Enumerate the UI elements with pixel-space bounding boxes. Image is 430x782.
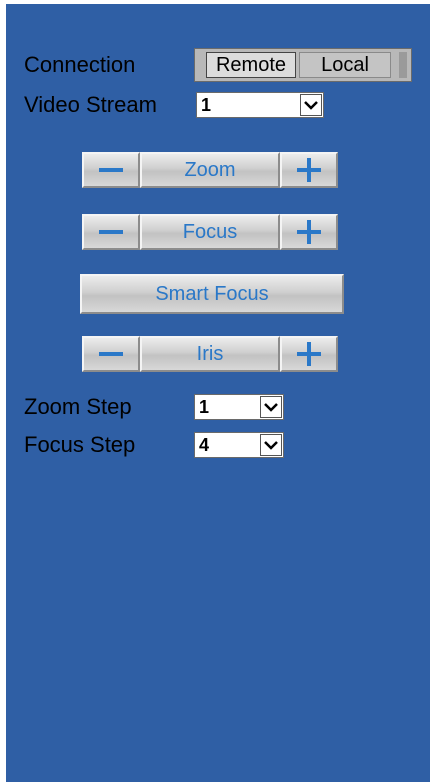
plus-icon	[297, 342, 321, 366]
chevron-down-icon[interactable]	[260, 434, 282, 456]
minus-icon	[99, 352, 123, 356]
chevron-down-icon[interactable]	[300, 94, 322, 116]
zoom-label-button[interactable]: Zoom	[140, 152, 280, 188]
focus-near-button[interactable]	[82, 214, 140, 250]
zoom-in-button[interactable]	[280, 152, 338, 188]
iris-label-button[interactable]: Iris	[140, 336, 280, 372]
plus-icon	[297, 220, 321, 244]
zoom-step-value: 1	[199, 397, 210, 417]
smart-focus-button[interactable]: Smart Focus	[80, 274, 344, 314]
video-stream-select[interactable]: 1	[196, 92, 324, 118]
connection-label: Connection	[24, 52, 136, 77]
focus-controls: Focus	[82, 214, 340, 250]
focus-far-button[interactable]	[280, 214, 338, 250]
zoom-step-select[interactable]: 1	[194, 394, 284, 420]
plus-icon	[297, 158, 321, 182]
minus-icon	[99, 168, 123, 172]
zoom-controls: Zoom	[82, 152, 340, 188]
connection-remote-button[interactable]: Remote	[206, 52, 296, 78]
toggle-edge	[399, 52, 407, 78]
minus-icon	[99, 230, 123, 234]
focus-step-value: 4	[199, 435, 210, 455]
zoom-out-button[interactable]	[82, 152, 140, 188]
ptz-control-panel: Connection Remote Local Video Stream 1 Z…	[6, 4, 430, 782]
zoom-step-label: Zoom Step	[24, 394, 132, 419]
iris-close-button[interactable]	[82, 336, 140, 372]
connection-toggle: Remote Local	[194, 48, 412, 82]
chevron-down-icon[interactable]	[260, 396, 282, 418]
focus-label-button[interactable]: Focus	[140, 214, 280, 250]
iris-open-button[interactable]	[280, 336, 338, 372]
iris-controls: Iris	[82, 336, 340, 372]
focus-step-select[interactable]: 4	[194, 432, 284, 458]
video-stream-label: Video Stream	[24, 92, 157, 117]
smart-focus-row: Smart Focus	[80, 274, 344, 314]
connection-local-button[interactable]: Local	[299, 52, 391, 78]
video-stream-value: 1	[201, 95, 212, 115]
focus-step-label: Focus Step	[24, 432, 136, 457]
